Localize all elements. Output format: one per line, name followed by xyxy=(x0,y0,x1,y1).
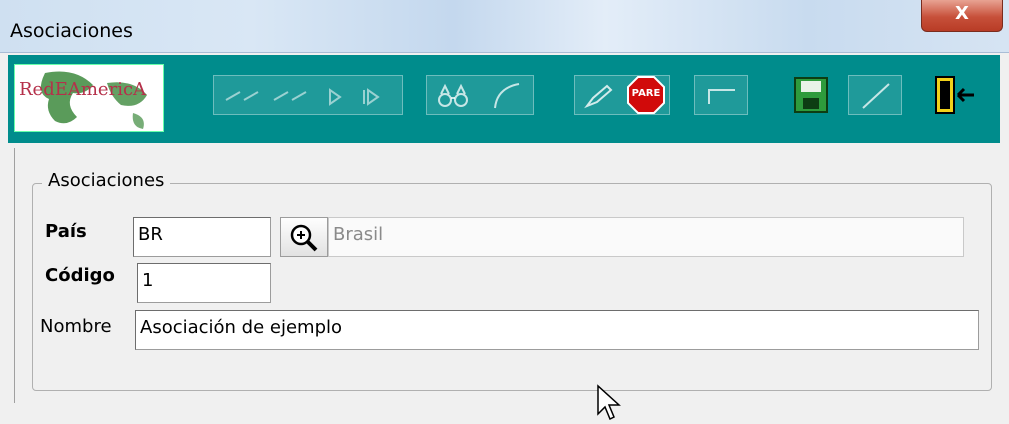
title-bar: Asociaciones X xyxy=(0,0,1009,53)
search-group xyxy=(426,75,534,115)
toolbar: RedEAmericA PARE xyxy=(8,55,1000,143)
zoom-in-icon xyxy=(290,224,318,252)
nav-arrows-icon xyxy=(225,88,380,106)
edit-icon xyxy=(584,84,613,109)
app-logo: RedEAmericA xyxy=(14,64,164,132)
cancel-button xyxy=(848,75,902,115)
stop-button[interactable]: PARE xyxy=(626,75,666,115)
nombre-label: Nombre xyxy=(40,316,112,337)
codigo-field[interactable]: 1 xyxy=(137,263,271,303)
new-button xyxy=(694,75,748,115)
pais-code-field[interactable]: BR xyxy=(133,217,271,257)
new-icon xyxy=(708,89,735,104)
stop-label: PARE xyxy=(631,88,661,99)
exit-door-icon xyxy=(935,76,974,114)
window-title: Asociaciones xyxy=(10,20,133,42)
close-icon: X xyxy=(955,3,969,24)
codigo-label: Código xyxy=(45,265,115,286)
navigation-group xyxy=(213,75,403,115)
exit-button[interactable] xyxy=(930,73,976,117)
cancel-icon xyxy=(862,83,890,109)
nombre-field[interactable]: Asociación de ejemplo xyxy=(135,310,979,350)
pais-search-button[interactable] xyxy=(280,217,328,257)
groupbox-title: Asociaciones xyxy=(42,170,171,191)
pais-name-field: Brasil xyxy=(328,217,964,257)
save-button[interactable] xyxy=(794,77,828,113)
mouse-cursor-icon xyxy=(597,384,621,421)
logo-text: RedEAmericA xyxy=(19,79,147,100)
binoculars-icon xyxy=(438,83,520,109)
pais-label: País xyxy=(45,221,87,242)
close-button[interactable]: X xyxy=(921,0,1003,32)
